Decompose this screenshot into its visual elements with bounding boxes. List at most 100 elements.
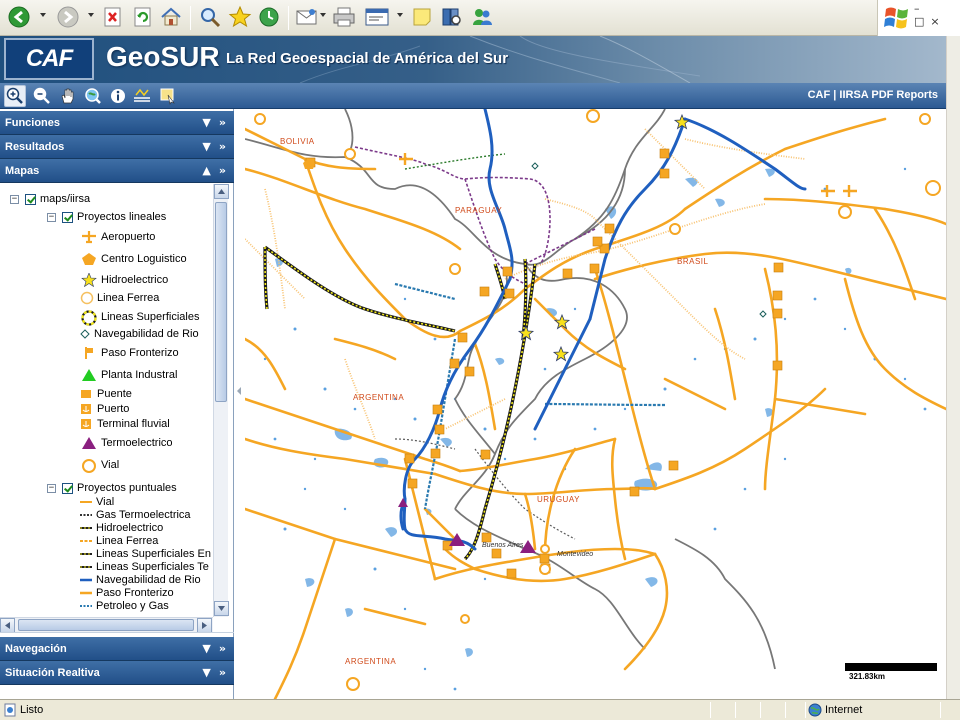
line-dashed-icon (80, 601, 93, 611)
expand-icon[interactable]: ▲ (202, 164, 210, 177)
map-layers (245, 109, 946, 699)
forward-icon[interactable] (55, 4, 81, 30)
line-solid-icon (80, 575, 93, 585)
caf-logo-box[interactable]: CAF (4, 38, 94, 80)
panel-resultados[interactable]: Resultados ▼ » (0, 135, 234, 159)
panel-situacion-label: Situación Realtiva (5, 667, 100, 679)
zoom-extent-icon[interactable] (82, 85, 104, 107)
measure-icon[interactable] (131, 85, 153, 107)
expand-chevrons-icon[interactable]: » (219, 164, 226, 177)
collapse-toggle-icon[interactable]: − (47, 212, 56, 222)
country-label: ARGENTINA (345, 657, 397, 666)
collapse-icon[interactable]: ▼ (202, 116, 210, 129)
scroll-thumb[interactable] (18, 619, 194, 631)
tree-vertical-scrollbar[interactable] (213, 184, 229, 617)
pdf-reports-link[interactable]: CAF | IIRSA PDF Reports (808, 89, 938, 101)
line-dashed-icon (80, 562, 93, 572)
scale-bar (845, 663, 937, 671)
legend-item: Hidroelectrico (80, 272, 168, 288)
layer-tree: − maps/iirsa − Proyectos lineales Aeropu… (0, 184, 234, 633)
pan-hand-icon[interactable] (57, 85, 79, 107)
history-icon[interactable] (256, 4, 282, 30)
layer-checkbox[interactable] (62, 482, 73, 494)
scroll-left-icon[interactable] (0, 618, 15, 632)
expand-chevrons-icon[interactable]: » (219, 116, 226, 129)
panel-mapas[interactable]: Mapas ▲ » (0, 159, 234, 183)
line-dashed-icon (80, 510, 93, 520)
country-label: PARAGUAY (455, 206, 503, 215)
line-dashed-icon (80, 523, 93, 533)
diamond-icon (80, 327, 91, 341)
expand-chevrons-icon[interactable]: » (219, 140, 226, 153)
map-toolbar: CAF | IIRSA PDF Reports (0, 83, 946, 109)
mail-icon[interactable] (294, 4, 320, 30)
side-panel: Funciones ▼ » Resultados ▼ » Mapas ▲ » − ma… (0, 109, 234, 699)
country-label: BRASIL (677, 257, 709, 266)
tree-node-lineales[interactable]: − Proyectos lineales (47, 209, 166, 225)
layer-checkbox[interactable] (25, 193, 36, 205)
edit-dropdown-icon[interactable] (397, 13, 403, 17)
zoom-in-icon[interactable] (4, 85, 26, 107)
favorites-star-icon[interactable] (227, 4, 253, 30)
collapse-arrow-icon[interactable] (237, 387, 241, 395)
stop-icon[interactable] (100, 4, 126, 30)
legend-item: Vial (80, 495, 114, 508)
windows-flag-icon (884, 7, 908, 29)
refresh-icon[interactable] (130, 4, 156, 30)
layer-checkbox[interactable] (62, 211, 73, 223)
forward-dropdown-icon[interactable] (88, 13, 94, 17)
map-canvas[interactable]: BOLIVIA PARAGUAY BRASIL ARGENTINA URUGUA… (245, 109, 946, 699)
scroll-down-icon[interactable] (214, 601, 229, 616)
zoom-out-icon[interactable] (31, 85, 53, 107)
info-icon[interactable] (107, 85, 129, 107)
collapse-toggle-icon[interactable]: − (47, 483, 56, 493)
messenger-icon[interactable] (469, 4, 495, 30)
scroll-thumb[interactable] (215, 202, 227, 402)
scroll-right-icon[interactable] (197, 618, 212, 632)
window-controls[interactable]: –□× (914, 2, 956, 28)
tree-root-label: maps/iirsa (40, 193, 91, 205)
page-vertical-scrollbar[interactable] (946, 36, 960, 699)
legend-item: Linea Ferrea (80, 534, 158, 547)
panel-navegacion[interactable]: Navegación ▼ » (0, 637, 234, 661)
expand-chevrons-icon[interactable]: » (219, 666, 226, 679)
collapse-icon[interactable]: ▼ (202, 642, 210, 655)
panel-splitter[interactable] (234, 109, 245, 699)
panel-funciones-label: Funciones (5, 117, 61, 129)
country-label: URUGUAY (537, 495, 580, 504)
panel-funciones[interactable]: Funciones ▼ » (0, 111, 234, 135)
home-icon[interactable] (158, 4, 184, 30)
airplane-icon (80, 230, 98, 244)
research-icon[interactable] (439, 4, 465, 30)
legend-item: Puerto (80, 401, 129, 417)
square-icon (80, 387, 94, 401)
print-icon[interactable] (331, 4, 357, 30)
tree-node-puntuales[interactable]: − Proyectos puntuales (47, 480, 177, 496)
select-icon[interactable] (157, 85, 179, 107)
back-icon[interactable] (6, 4, 32, 30)
collapse-icon[interactable]: ▼ (202, 666, 210, 679)
country-label: ARGENTINA (353, 393, 405, 402)
tree-horizontal-scrollbar[interactable] (0, 617, 213, 632)
mail-dropdown-icon[interactable] (320, 13, 326, 17)
line-solid-icon (80, 497, 93, 507)
expand-chevrons-icon[interactable]: » (219, 642, 226, 655)
edit-icon[interactable] (364, 4, 390, 30)
collapse-icon[interactable]: ▼ (202, 140, 210, 153)
panel-situacion[interactable]: Situación Realtiva ▼ » (0, 661, 234, 685)
zone-text: Internet (825, 704, 863, 716)
collapse-toggle-icon[interactable]: − (10, 194, 19, 204)
ring-icon (80, 291, 94, 305)
flag-icon (80, 346, 98, 360)
ring-icon (80, 458, 98, 473)
tree-node-root[interactable]: − maps/iirsa (10, 191, 90, 207)
legend-item: Vial (80, 457, 119, 473)
geosur-logo: GeoSUR (106, 41, 220, 72)
internet-globe-icon (808, 703, 822, 717)
search-icon[interactable] (197, 4, 223, 30)
discuss-note-icon[interactable] (409, 4, 435, 30)
back-dropdown-icon[interactable] (40, 13, 46, 17)
browser-toolbar: –□× (0, 0, 960, 36)
dashed-ring-icon (80, 310, 98, 326)
scroll-up-icon[interactable] (214, 184, 229, 199)
